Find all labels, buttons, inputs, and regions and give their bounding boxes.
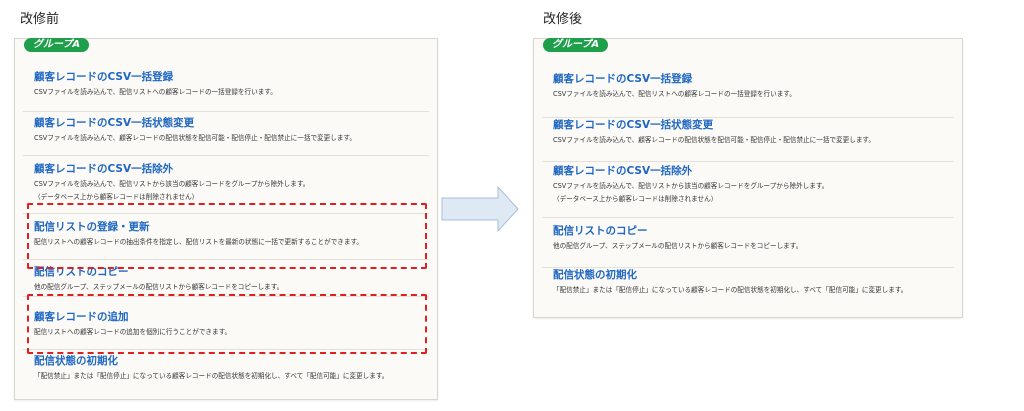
item-title-link[interactable]: 配信状態の初期化 — [34, 353, 118, 368]
item-description: 他の配信グループ、ステップメールの配信リストから顧客レコードをコピーします。 — [553, 242, 803, 250]
list-item: 配信リストのコピー他の配信グループ、ステップメールの配信リストから顧客レコードを… — [542, 223, 954, 268]
item-title-link[interactable]: 顧客レコードのCSV一括状態変更 — [34, 115, 194, 130]
item-description: CSVファイルを読み込んで、配信リストから該当の顧客レコードをグループから除外し… — [34, 180, 310, 188]
list-item: 顧客レコードのCSV一括登録 CSVファイルを読み込んで、配信リストへの顧客レコー… — [23, 69, 429, 112]
list-item: 配信状態の初期化「配信禁止」または「配信停止」になっている顧客レコードの配信状態… — [542, 267, 954, 311]
item-title-link[interactable]: 配信リストのコピー — [553, 223, 648, 238]
list-item: 顧客レコードのCSV一括除外 CSVファイルを読み込んで、配信リストから該当の顧客… — [542, 163, 954, 218]
list-item: 顧客レコードのCSV一括状態変更 CSVファイルを読み込んで、顧客レコードの配信状… — [542, 117, 954, 162]
group-badge: グループA — [24, 38, 90, 52]
item-description: （データベース上から顧客レコードは削除されません） — [34, 193, 199, 201]
highlight-box-update — [27, 203, 427, 269]
highlight-box-add — [27, 294, 427, 354]
item-description: 「配信禁止」または「配信停止」になっている顧客レコードの配信状態を初期化し、すべ… — [553, 286, 908, 294]
after-panel: グループA 顧客レコードのCSV一括登録 CSVファイルを読み込んで、配信リストへ… — [533, 38, 963, 318]
after-heading: 改修後 — [543, 12, 583, 27]
item-title-link[interactable]: 顧客レコードのCSV一括登録 — [553, 71, 692, 86]
before-heading: 改修前 — [20, 12, 60, 27]
item-description: 「配信禁止」または「配信停止」になっている顧客レコードの配信状態を初期化し、すべ… — [34, 372, 389, 380]
item-title-link[interactable]: 顧客レコードのCSV一括除外 — [34, 161, 173, 176]
list-item: 配信状態の初期化「配信禁止」または「配信停止」になっている顧客レコードの配信状態… — [23, 353, 429, 393]
item-description: CSVファイルを読み込んで、顧客レコードの配信状態を配信可能・配信停止・配信禁止… — [34, 134, 356, 142]
item-description: （データベース上から顧客レコードは削除されません） — [553, 195, 718, 203]
item-description: CSVファイルを読み込んで、配信リストへの顧客レコードの一括登録を行います。 — [553, 90, 796, 98]
item-description: 他の配信グループ、ステップメールの配信リストから顧客レコードをコピーします。 — [34, 283, 284, 291]
list-item: 顧客レコードのCSV一括登録 CSVファイルを読み込んで、配信リストへの顧客レコー… — [542, 71, 954, 118]
item-description: CSVファイルを読み込んで、配信リストから該当の顧客レコードをグループから除外し… — [553, 182, 829, 190]
list-item: 顧客レコードのCSV一括状態変更 CSVファイルを読み込んで、顧客レコードの配信状… — [23, 115, 429, 156]
arrow-right-icon — [441, 185, 519, 233]
group-badge: グループA — [543, 38, 609, 52]
item-description: CSVファイルを読み込んで、配信リストへの顧客レコードの一括登録を行います。 — [34, 88, 277, 96]
item-title-link[interactable]: 顧客レコードのCSV一括登録 — [34, 69, 173, 84]
item-title-link[interactable]: 顧客レコードのCSV一括除外 — [553, 163, 692, 178]
item-description: CSVファイルを読み込んで、顧客レコードの配信状態を配信可能・配信停止・配信禁止… — [553, 136, 875, 144]
item-title-link[interactable]: 配信状態の初期化 — [553, 267, 637, 282]
item-title-link[interactable]: 顧客レコードのCSV一括状態変更 — [553, 117, 713, 132]
